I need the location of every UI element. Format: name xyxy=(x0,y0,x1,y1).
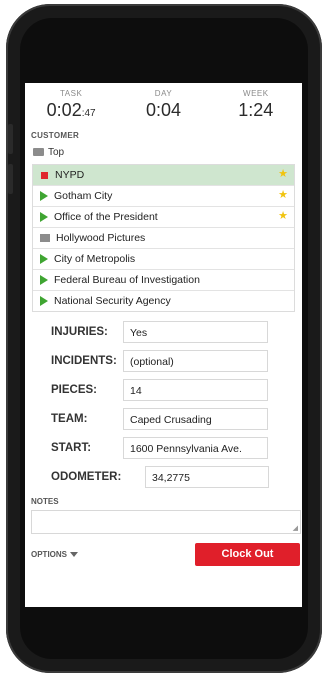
clock-out-button[interactable]: Clock Out xyxy=(195,543,300,566)
folder-icon xyxy=(33,148,44,156)
pieces-row: PIECES: 14 xyxy=(25,375,302,404)
pieces-label: PIECES: xyxy=(51,383,98,396)
triangle-right-icon xyxy=(40,275,48,285)
customer-list: NYPD ★ Gotham City ★ Office of the Presi… xyxy=(32,164,295,312)
customer-item-gotham-city[interactable]: Gotham City ★ xyxy=(33,186,294,207)
bottom-bar: OPTIONS Clock Out xyxy=(25,543,302,566)
team-field[interactable]: Caped Crusading xyxy=(123,407,268,430)
triangle-right-icon xyxy=(40,212,48,222)
star-icon[interactable]: ★ xyxy=(278,169,288,180)
incidents-field[interactable]: (optional) xyxy=(123,349,268,372)
incidents-row: INCIDENTS: (optional) xyxy=(25,346,302,375)
start-label: START: xyxy=(51,441,92,454)
incidents-label: INCIDENTS: xyxy=(51,354,117,367)
triangle-right-icon xyxy=(40,296,48,306)
notes-label: NOTES xyxy=(31,497,59,506)
odometer-row: ODOMETER: 34,2775 xyxy=(25,462,302,491)
customer-item-fbi[interactable]: Federal Bureau of Investigation xyxy=(33,270,294,291)
week-timer-label: WEEK xyxy=(243,89,269,98)
injuries-label: INJURIES: xyxy=(51,325,108,338)
volume-up-button xyxy=(8,124,13,154)
customer-item-label: Federal Bureau of Investigation xyxy=(54,274,200,286)
customer-item-label: Hollywood Pictures xyxy=(56,232,146,244)
timers-bar: TASK 0:02:47 DAY 0:04 WEEK 1:24 xyxy=(25,83,302,131)
folder-icon xyxy=(40,234,50,242)
day-timer-value: 0:04 xyxy=(145,100,181,120)
customer-item-label: Gotham City xyxy=(54,190,113,202)
volume-down-button xyxy=(8,164,13,194)
options-dropdown[interactable]: OPTIONS xyxy=(31,550,79,559)
triangle-right-icon xyxy=(40,191,48,201)
red-square-icon xyxy=(41,171,48,179)
injuries-select[interactable]: Yes xyxy=(123,320,268,343)
notes-textarea[interactable]: ◢ xyxy=(31,510,301,534)
start-field[interactable]: 1600 Pennsylvania Ave. xyxy=(123,436,268,459)
task-timer-label: TASK xyxy=(60,89,83,98)
week-timer: WEEK 1:24 xyxy=(216,89,296,131)
day-timer: DAY 0:04 xyxy=(123,89,203,131)
app-screen: TASK 0:02:47 DAY 0:04 WEEK 1:24 CUSTOMER… xyxy=(25,83,302,607)
start-row: START: 1600 Pennsylvania Ave. xyxy=(25,433,302,462)
customer-item-nypd[interactable]: NYPD ★ xyxy=(33,165,294,186)
customer-item-label: NYPD xyxy=(55,169,85,181)
odometer-label: ODOMETER: xyxy=(51,470,122,483)
team-label: TEAM: xyxy=(51,412,88,425)
pieces-field[interactable]: 14 xyxy=(123,378,268,401)
customer-top-breadcrumb[interactable]: Top xyxy=(25,142,302,162)
triangle-right-icon xyxy=(40,254,48,264)
customer-item-city-of-metropolis[interactable]: City of Metropolis xyxy=(33,249,294,270)
chevron-down-icon xyxy=(70,552,79,557)
star-icon[interactable]: ★ xyxy=(278,190,288,201)
team-row: TEAM: Caped Crusading xyxy=(25,404,302,433)
odometer-field[interactable]: 34,2775 xyxy=(145,465,269,488)
customer-item-office-of-the-president[interactable]: Office of the President ★ xyxy=(33,207,294,228)
top-label: Top xyxy=(48,146,65,158)
customer-item-nsa[interactable]: National Security Agency xyxy=(33,291,294,311)
customer-item-hollywood-pictures[interactable]: Hollywood Pictures xyxy=(33,228,294,249)
resize-grip-icon[interactable]: ◢ xyxy=(293,524,298,532)
task-timer-value: 0:02:47 xyxy=(46,100,96,120)
day-timer-label: DAY xyxy=(154,89,173,98)
options-label: OPTIONS xyxy=(31,550,68,559)
customer-item-label: Office of the President xyxy=(54,211,158,223)
injuries-row: INJURIES: Yes xyxy=(25,317,302,346)
week-timer-value: 1:24 xyxy=(238,100,274,120)
star-icon[interactable]: ★ xyxy=(278,211,288,222)
customer-item-label: City of Metropolis xyxy=(54,253,136,265)
customer-label: CUSTOMER xyxy=(31,131,80,140)
customer-item-label: National Security Agency xyxy=(54,295,171,307)
task-timer: TASK 0:02:47 xyxy=(31,89,111,131)
